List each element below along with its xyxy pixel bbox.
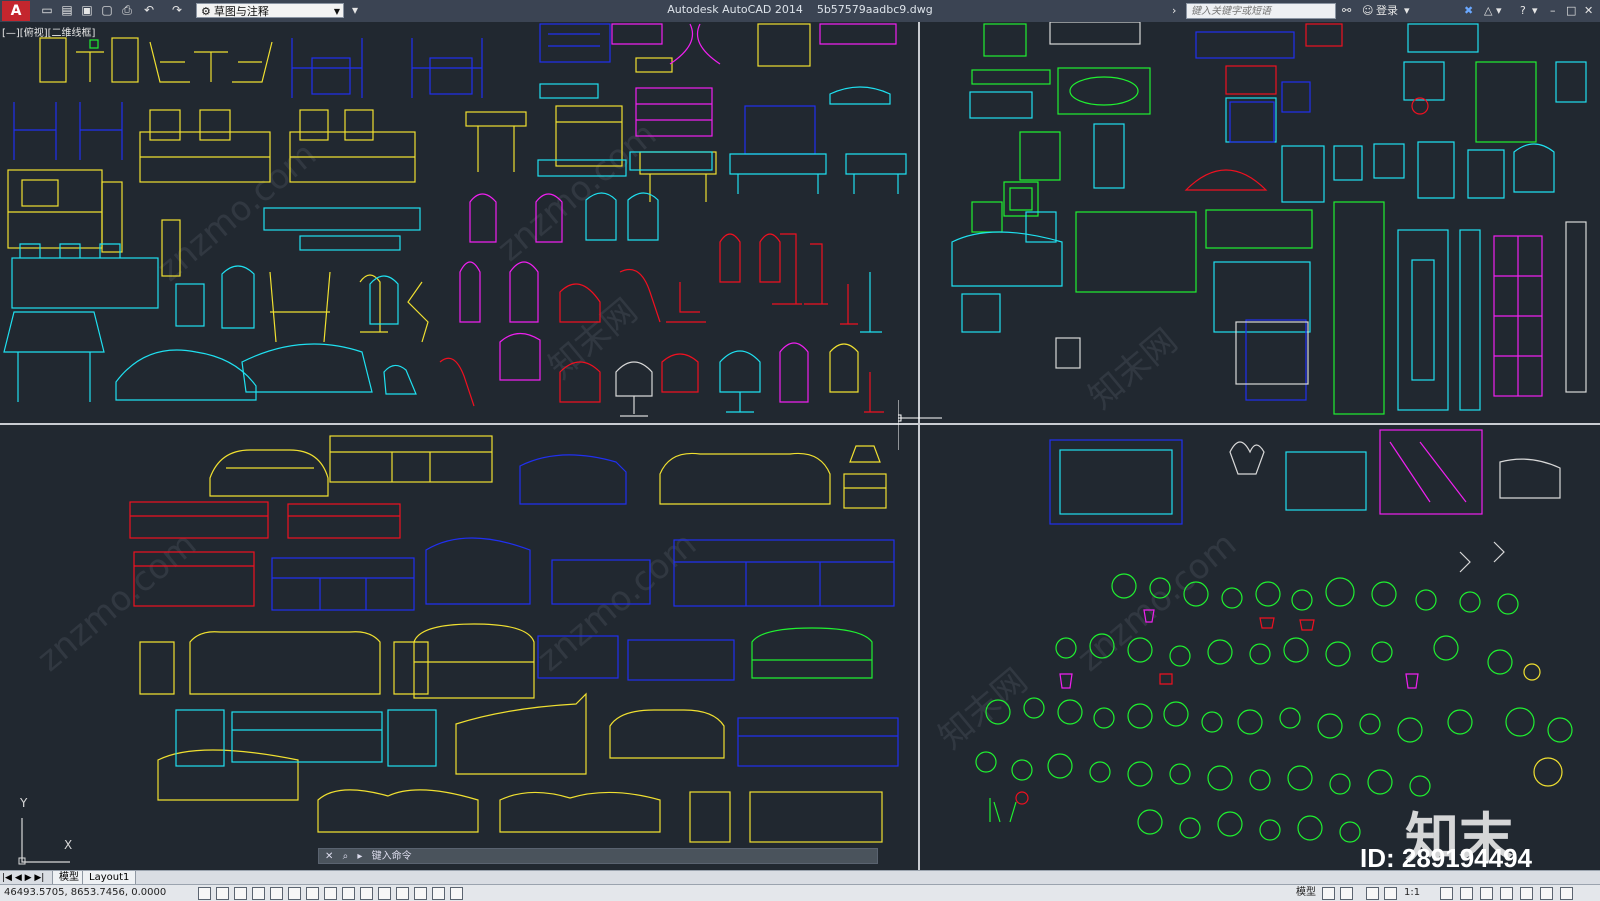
sofas-blue <box>271 454 899 767</box>
paintings-cyan <box>1059 449 1367 515</box>
paintings-blue <box>1049 439 1183 525</box>
drawing-canvas[interactable]: [—][俯视][二维线框] znzmo.com znzmo.com 知末网 知末… <box>0 22 1600 870</box>
redo-icon[interactable]: ↷ <box>170 3 184 17</box>
minimize-icon[interactable]: – <box>1550 3 1556 19</box>
sofa-green <box>751 627 873 679</box>
help-dropdown-icon[interactable]: ▾ <box>1532 3 1538 19</box>
sofas-red <box>129 501 401 607</box>
app-name: Autodesk AutoCAD 2014 <box>667 3 803 16</box>
user-icon[interactable]: ☺ <box>1362 3 1373 19</box>
infer-constraints-icon[interactable] <box>198 887 211 900</box>
new-file-icon[interactable]: ▭ <box>40 3 54 17</box>
lock-icon[interactable] <box>1480 887 1493 900</box>
chevron-down-icon: ▼ <box>333 7 340 16</box>
status-bar: 46493.5705, 8653.7456, 0.0000 模型 1:1 <box>0 884 1600 901</box>
ucs-y-label: Y <box>20 796 28 810</box>
file-name: 5b57579aadbc9.dwg <box>816 3 933 16</box>
a360-dropdown-icon[interactable]: ▾ <box>1496 3 1502 19</box>
maximize-icon[interactable]: □ <box>1566 3 1576 19</box>
3d-object-snap-icon[interactable] <box>306 887 319 900</box>
close-icon[interactable]: ✕ <box>325 851 333 862</box>
ortho-mode-icon[interactable] <box>252 887 265 900</box>
frames-magenta <box>1493 235 1543 397</box>
crosshair-cursor <box>898 400 942 450</box>
login-link[interactable]: 登录 <box>1376 3 1398 19</box>
isolate-objects-icon[interactable] <box>1520 887 1533 900</box>
chairs-yellow <box>7 23 883 843</box>
paintings-magenta <box>1379 429 1483 515</box>
snap-mode-icon[interactable] <box>216 887 229 900</box>
tab-nav-arrows-icon[interactable]: |◀ ◀ ▶ ▶| <box>2 871 44 885</box>
chairs-red <box>439 233 884 413</box>
chairs-cyan <box>3 83 907 413</box>
undo-icon[interactable]: ↶ <box>142 3 156 17</box>
ucs-x-label: X <box>64 838 73 852</box>
search-expand-icon[interactable]: › <box>1172 3 1176 19</box>
dynamic-input-icon[interactable] <box>360 887 373 900</box>
office-chair-white <box>615 361 653 417</box>
open-file-icon[interactable]: ▤ <box>60 3 74 17</box>
binoculars-icon[interactable]: ⚯ <box>1342 3 1351 19</box>
autocad-logo-icon[interactable]: A <box>2 1 30 21</box>
dynamic-ucs-icon[interactable] <box>342 887 355 900</box>
sketches-white <box>1229 441 1561 573</box>
grid-display-icon[interactable] <box>234 887 247 900</box>
quick-access-more-icon[interactable]: ▾ <box>348 3 362 17</box>
annotation-visibility-icon[interactable] <box>1440 887 1453 900</box>
pan-icon[interactable] <box>1366 887 1379 900</box>
frames-red <box>1184 23 1429 191</box>
chairs-magenta <box>459 23 897 403</box>
ucs-icon <box>18 818 70 865</box>
search-icon[interactable]: ⌕ <box>343 851 349 862</box>
frames-blue <box>1195 31 1311 401</box>
help-button[interactable]: ? <box>1520 3 1526 19</box>
sofas-cyan <box>175 709 437 767</box>
command-prompt-icon: ▸ <box>357 851 363 862</box>
sofas-yellow <box>139 435 887 775</box>
save-icon[interactable]: ▣ <box>80 3 94 17</box>
cad-drawing <box>3 22 1587 843</box>
command-line[interactable]: ✕ ⌕ ▸ 键入命令 <box>318 848 878 864</box>
annotation-monitor-icon[interactable] <box>450 887 463 900</box>
object-snap-tracking-icon[interactable] <box>324 887 337 900</box>
search-input[interactable]: 键入关键字或短语 <box>1186 3 1336 19</box>
model-space-label[interactable]: 模型 <box>1296 885 1316 901</box>
exchange-icon[interactable]: ✖ <box>1464 3 1473 19</box>
zoom-icon[interactable] <box>1384 887 1397 900</box>
command-input[interactable]: 键入命令 <box>372 851 412 862</box>
frames-white <box>1049 22 1587 393</box>
status-bar-menu-icon[interactable] <box>1540 887 1553 900</box>
chair-green <box>89 39 99 49</box>
clean-screen-icon[interactable] <box>1560 887 1573 900</box>
plant-yellow <box>1523 663 1563 787</box>
polar-tracking-icon[interactable] <box>270 887 283 900</box>
selection-cycling-icon[interactable] <box>432 887 445 900</box>
quick-properties-icon[interactable] <box>414 887 427 900</box>
save-as-icon[interactable]: ▢ <box>100 3 114 17</box>
layout-tabs: |◀ ◀ ▶ ▶| 模型 Layout1 <box>0 870 1600 885</box>
lineweight-icon[interactable] <box>378 887 391 900</box>
title-bar: A ▭ ▤ ▣ ▢ ⎙ ↶ ↷ ⚙ 草图与注释 ▼ ▾ Autodesk Auto… <box>0 0 1600 23</box>
object-snap-icon[interactable] <box>288 887 301 900</box>
gear-icon: ⚙ <box>201 5 211 18</box>
login-dropdown-icon[interactable]: ▾ <box>1404 3 1410 19</box>
transparency-icon[interactable] <box>396 887 409 900</box>
tab-model[interactable]: 模型 <box>52 871 86 885</box>
annotation-scale[interactable]: 1:1 <box>1404 885 1420 901</box>
workspace-label: 草图与注释 <box>213 5 269 18</box>
quick-view-drawings-icon[interactable] <box>1340 887 1353 900</box>
close-icon[interactable]: ✕ <box>1584 3 1593 19</box>
workspace-dropdown[interactable]: ⚙ 草图与注释 ▼ <box>196 3 344 18</box>
workspace-switching-icon[interactable] <box>1460 887 1473 900</box>
a360-icon[interactable]: △ <box>1484 3 1492 19</box>
print-icon[interactable]: ⎙ <box>120 3 134 17</box>
coordinates-readout[interactable]: 46493.5705, 8653.7456, 0.0000 <box>4 885 166 901</box>
quick-view-layouts-icon[interactable] <box>1322 887 1335 900</box>
tab-layout1[interactable]: Layout1 <box>82 871 137 885</box>
hardware-acceleration-icon[interactable] <box>1500 887 1513 900</box>
frames-cyan <box>951 23 1587 411</box>
